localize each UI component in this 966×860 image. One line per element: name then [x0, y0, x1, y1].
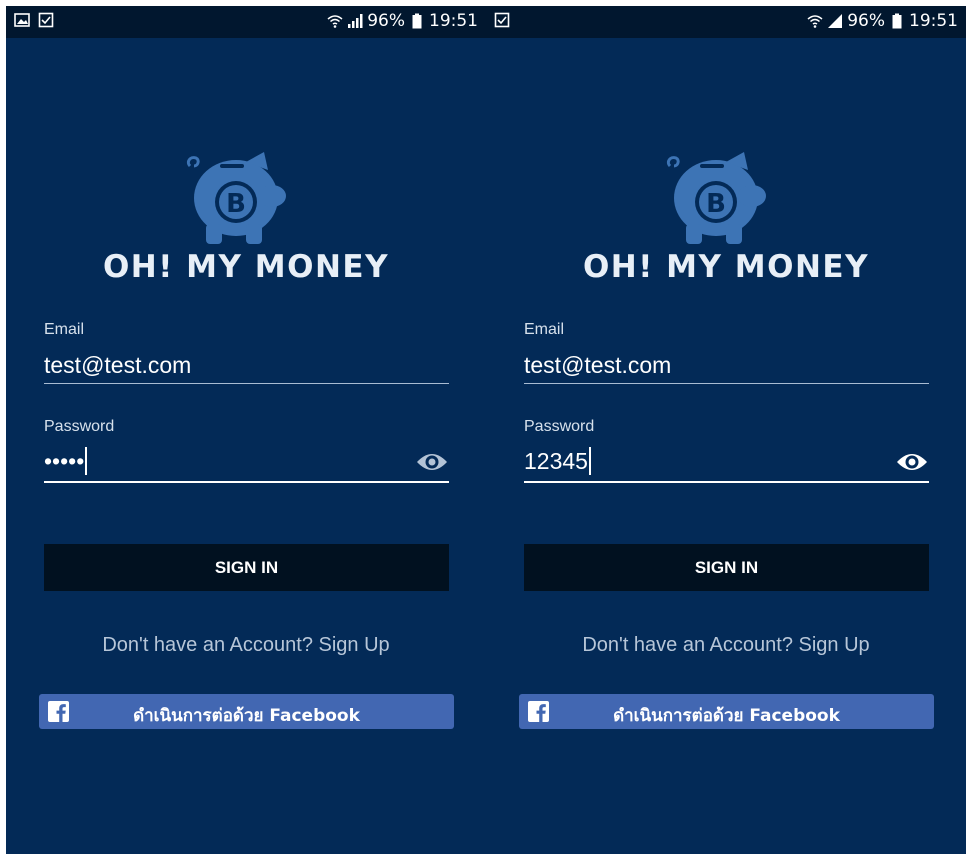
svg-text:B: B [706, 189, 726, 219]
email-label: Email [524, 321, 565, 338]
password-value: ••••• [44, 447, 85, 474]
sign-in-button[interactable]: SIGN IN [524, 544, 929, 591]
piggy-bank-bitcoin-icon: B [666, 152, 766, 244]
text-cursor [85, 447, 88, 475]
facebook-login-button[interactable]: ดำเนินการต่อด้วย Facebook [39, 694, 454, 729]
signup-prompt: Don't have an Account? [102, 634, 313, 656]
login-screen-password-hidden: 96% 19:51 B OH! MY MONEY Email test@test… [6, 6, 486, 854]
svg-text:B: B [226, 189, 246, 219]
text-cursor [588, 447, 591, 475]
email-label: Email [44, 321, 85, 338]
eye-icon[interactable] [416, 450, 448, 474]
gallery-icon [14, 13, 30, 27]
wifi-icon [807, 15, 823, 28]
sign-up-link[interactable]: Sign Up [799, 634, 870, 656]
status-bar: 96% 19:51 [6, 6, 486, 38]
email-field[interactable]: test@test.com [44, 352, 191, 379]
battery-icon [412, 13, 422, 29]
eye-icon[interactable] [896, 450, 928, 474]
password-field[interactable]: 12345 [524, 447, 591, 475]
signal-icon [828, 14, 843, 28]
signup-row: Don't have an Account? Sign Up [486, 634, 966, 657]
email-underline [524, 383, 929, 384]
app-title: OH! MY MONEY [102, 249, 390, 285]
password-underline [524, 481, 929, 483]
clock: 19:51 [429, 11, 478, 31]
password-underline [44, 481, 449, 483]
login-screen-password-visible: 96% 19:51 B OH! MY MONEY Email test@test… [486, 6, 966, 854]
email-underline [44, 383, 449, 384]
app-title: OH! MY MONEY [582, 249, 870, 285]
facebook-login-label: ดำเนินการต่อด้วย Facebook [613, 706, 840, 726]
password-label: Password [44, 418, 115, 435]
status-bar: 96% 19:51 [486, 6, 966, 38]
password-value: 12345 [524, 447, 588, 474]
checkbox-icon [494, 12, 510, 28]
piggy-bank-bitcoin-icon: B [186, 152, 286, 244]
sign-up-link[interactable]: Sign Up [319, 634, 390, 656]
battery-percent: 96% [847, 11, 885, 31]
signup-prompt: Don't have an Account? [582, 634, 793, 656]
clock: 19:51 [909, 11, 958, 31]
signup-row: Don't have an Account? Sign Up [6, 634, 486, 657]
sign-in-button[interactable]: SIGN IN [44, 544, 449, 591]
battery-percent: 96% [367, 11, 405, 31]
email-field[interactable]: test@test.com [524, 352, 671, 379]
checkbox-icon [38, 12, 54, 28]
wifi-icon [327, 15, 343, 28]
signal-icon [348, 14, 363, 28]
battery-icon [892, 13, 902, 29]
facebook-login-button[interactable]: ดำเนินการต่อด้วย Facebook [519, 694, 934, 729]
facebook-login-label: ดำเนินการต่อด้วย Facebook [133, 706, 360, 726]
password-field[interactable]: ••••• [44, 447, 88, 475]
password-label: Password [524, 418, 595, 435]
